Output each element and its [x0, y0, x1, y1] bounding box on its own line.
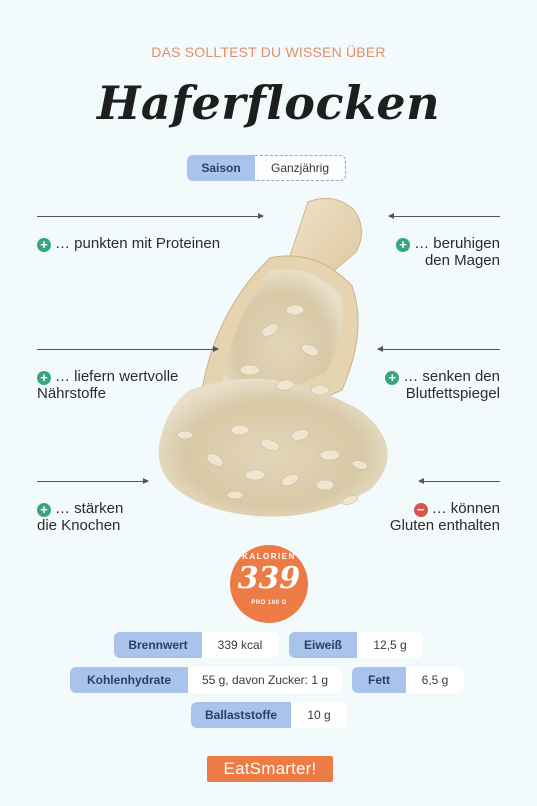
fact-blood-lipids: +… senken den Blutfettspiegel — [330, 368, 500, 402]
calories-label: KALORIEN — [242, 552, 296, 561]
nutrition-label: Ballaststoffe — [191, 702, 291, 728]
nutrition-value: 6,5 g — [406, 667, 464, 693]
plus-icon: + — [37, 238, 51, 252]
nutrition-value: 55 g, davon Zucker: 1 g — [188, 667, 342, 693]
nutrition-eiweiss: Eiweiß 12,5 g — [289, 632, 423, 658]
minus-icon: − — [413, 503, 428, 517]
page-title: Haferflocken — [96, 76, 441, 130]
arrow-left-2 — [37, 346, 219, 352]
nutrition-value: 12,5 g — [357, 632, 423, 658]
fact-text-2: Nährstoffe — [37, 385, 106, 402]
plus-icon: + — [396, 238, 411, 252]
season-badge: Saison Ganzjährig — [187, 155, 346, 181]
nutrition-label: Eiweiß — [289, 632, 357, 658]
nutrition-label: Kohlenhydrate — [70, 667, 188, 693]
fact-text: … liefern wertvolle — [55, 368, 179, 385]
fact-text: … beruhigen — [414, 235, 500, 252]
nutrition-kohlenhydrate: Kohlenhydrate 55 g, davon Zucker: 1 g — [70, 667, 342, 693]
fact-text: … punkten mit Proteinen — [55, 235, 221, 252]
kicker-text: DAS SOLLTEST DU WISSEN ÜBER — [151, 44, 386, 60]
fact-text: … senken den — [403, 368, 500, 385]
arrow-left-3 — [37, 478, 149, 484]
eatsmarter-logo: EatSmarter! — [207, 756, 333, 782]
nutrition-label: Brennwert — [114, 632, 202, 658]
calories-per: PRO 100 G — [251, 600, 287, 606]
arrow-right-2 — [377, 346, 500, 352]
fact-text-2: den Magen — [424, 252, 500, 269]
fact-text-2: die Knochen — [37, 517, 121, 534]
nutrition-fett: Fett 6,5 g — [352, 667, 464, 693]
season-label: Saison — [187, 155, 255, 181]
fact-text-2: Blutfettspiegel — [405, 385, 500, 402]
nutrition-value: 339 kcal — [202, 632, 278, 658]
season-value: Ganzjährig — [255, 155, 346, 181]
nutrition-brennwert: Brennwert 339 kcal — [114, 632, 278, 658]
arrow-left-1 — [37, 213, 264, 219]
nutrition-label: Fett — [352, 667, 406, 693]
arrow-right-1 — [388, 213, 500, 219]
nutrition-ballaststoffe: Ballaststoffe 10 g — [191, 702, 347, 728]
calories-badge: KALORIEN 339 PRO 100 G — [230, 545, 308, 623]
nutrition-value: 10 g — [291, 702, 347, 728]
fact-stomach: +… beruhigen den Magen — [330, 235, 500, 269]
calories-value: 339 — [237, 561, 301, 596]
fact-gluten: −… können Gluten enthalten — [330, 500, 500, 534]
fact-text-2: Gluten enthalten — [389, 517, 500, 534]
fact-text: … können — [431, 500, 500, 517]
plus-icon: + — [385, 371, 400, 385]
arrow-right-3 — [418, 478, 500, 484]
fact-bones: + … stärken die Knochen — [37, 500, 123, 534]
fact-proteins: + … punkten mit Proteinen — [37, 235, 220, 252]
fact-nutrients: + … liefern wertvolle Nährstoffe — [37, 368, 178, 402]
plus-icon: + — [37, 371, 51, 385]
plus-icon: + — [37, 503, 51, 517]
fact-text: … stärken — [55, 500, 124, 517]
